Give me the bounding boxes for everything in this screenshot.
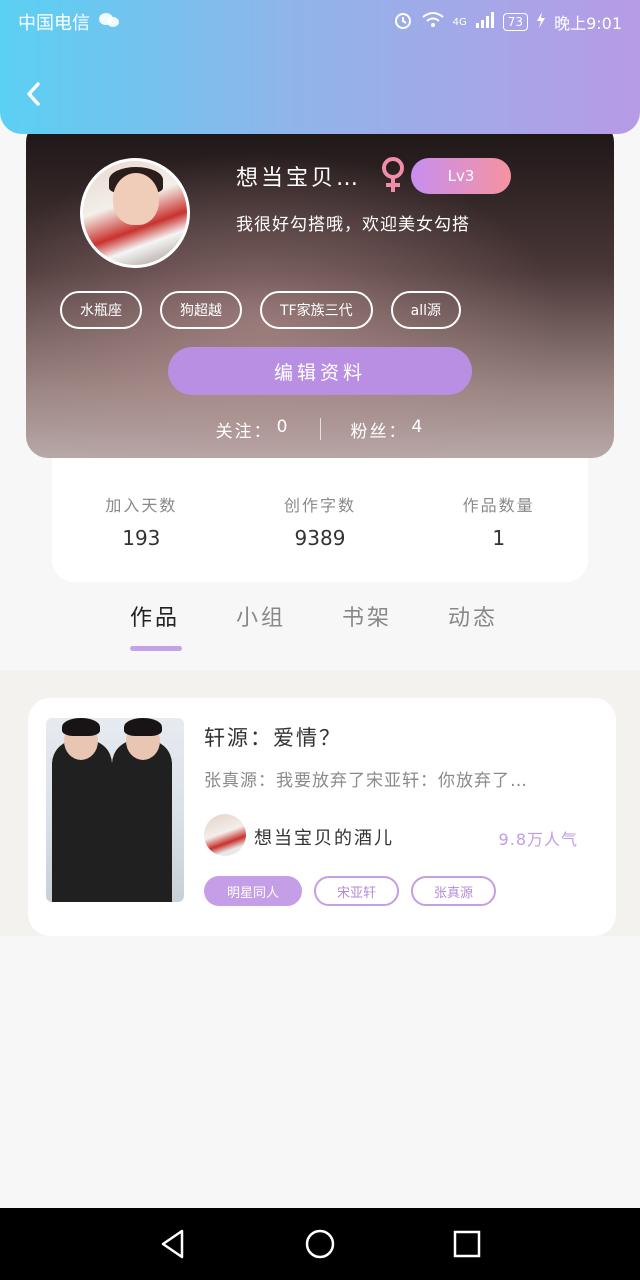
following-count[interactable]: 关注： 0 (216, 417, 290, 442)
fans-value: 4 (411, 416, 425, 437)
stat-label: 加入天数 (105, 496, 178, 515)
stat-value: 1 (492, 526, 506, 550)
work-tag[interactable]: 宋亚轩 (314, 876, 399, 906)
fans-label: 粉丝： (350, 421, 408, 442)
stat-word-count: 创作字数 9389 (231, 492, 410, 582)
charging-icon (536, 12, 546, 32)
divider (319, 418, 321, 440)
signal-icon (475, 11, 495, 33)
work-tag[interactable]: 张真源 (411, 876, 496, 906)
stat-value: 193 (122, 526, 161, 550)
profile-bio: 我很好勾搭哦，欢迎美女勾搭 (236, 215, 470, 235)
alarm-icon (393, 10, 413, 34)
author-avatar[interactable] (204, 814, 246, 856)
stat-works-count: 作品数量 1 (409, 492, 588, 582)
battery-indicator: 73 (502, 13, 529, 31)
follow-stats: 关注： 0 粉丝： 4 (26, 414, 614, 444)
fans-count[interactable]: 粉丝： 4 (351, 417, 425, 442)
status-bar: 中国电信 4G 73 晚上9:01 (0, 0, 640, 44)
active-tab-indicator (130, 646, 182, 651)
tab-bookshelf[interactable]: 书架 (342, 600, 392, 670)
work-tags: 明星同人 宋亚轩 张真源 (204, 876, 496, 906)
edit-profile-button[interactable]: 编辑资料 (168, 347, 472, 395)
battery-level: 73 (507, 15, 524, 29)
nav-recents-button[interactable] (447, 1224, 487, 1264)
stats-card: 加入天数 193 创作字数 9389 作品数量 1 (52, 440, 588, 582)
wechat-icon (98, 11, 120, 34)
stat-join-days: 加入天数 193 (52, 492, 231, 582)
following-value: 0 (276, 416, 290, 437)
stat-label: 创作字数 (284, 496, 357, 515)
tab-label: 动态 (448, 606, 499, 631)
tab-activity[interactable]: 动态 (448, 600, 498, 670)
works-list: 轩源：爱情？ 张真源：我要放弃了宋亚轩：你放弃了… 想当宝贝的酒儿 9.8万人气… (0, 670, 640, 936)
carrier-label: 中国电信 (18, 13, 90, 34)
work-tag[interactable]: 明星同人 (204, 876, 302, 906)
avatar[interactable] (80, 158, 190, 268)
tab-label: 书架 (342, 606, 393, 631)
author-name[interactable]: 想当宝贝的酒儿 (254, 824, 394, 850)
profile-tag[interactable]: TF家族三代 (260, 291, 373, 329)
top-header: 中国电信 4G 73 晚上9:01 (0, 0, 640, 134)
wifi-icon (421, 11, 445, 33)
profile-tag[interactable]: all源 (390, 291, 461, 329)
profile-tags: 水瓶座 狗超越 TF家族三代 all源 (60, 291, 461, 329)
stat-label: 作品数量 (462, 496, 535, 515)
stat-value: 9389 (294, 526, 346, 550)
tab-label: 小组 (236, 606, 287, 631)
profile-name: 想当宝贝… (236, 166, 362, 191)
status-time: 晚上9:01 (554, 14, 622, 33)
tab-groups[interactable]: 小组 (236, 600, 286, 670)
nav-back-button[interactable] (153, 1224, 193, 1264)
content-tabs: 作品 小组 书架 动态 (0, 600, 640, 670)
popularity-count: 9.8万人气 (498, 830, 578, 849)
following-label: 关注： (215, 421, 273, 442)
profile-tag[interactable]: 水瓶座 (60, 291, 142, 329)
work-cover-image (46, 718, 184, 902)
back-button[interactable] (18, 78, 50, 110)
tab-label: 作品 (130, 606, 181, 631)
work-title: 轩源：爱情？ (204, 726, 342, 750)
circle-home-icon (305, 1229, 335, 1259)
work-excerpt: 张真源：我要放弃了宋亚轩：你放弃了… (204, 771, 528, 791)
level-badge: Lv3 (411, 158, 511, 194)
work-card[interactable]: 轩源：爱情？ 张真源：我要放弃了宋亚轩：你放弃了… 想当宝贝的酒儿 9.8万人气… (28, 698, 616, 936)
tab-works[interactable]: 作品 (130, 600, 182, 670)
triangle-back-icon (162, 1229, 184, 1259)
female-icon (382, 157, 404, 192)
chevron-left-icon (27, 82, 40, 106)
square-recents-icon (453, 1230, 480, 1258)
system-nav-bar (0, 1208, 640, 1280)
nav-home-button[interactable] (300, 1224, 340, 1264)
profile-card: 想当宝贝… Lv3 我很好勾搭哦，欢迎美女勾搭 水瓶座 狗超越 TF家族三代 a… (26, 120, 614, 458)
profile-tag[interactable]: 狗超越 (160, 291, 242, 329)
network-label: 4G (452, 16, 467, 28)
